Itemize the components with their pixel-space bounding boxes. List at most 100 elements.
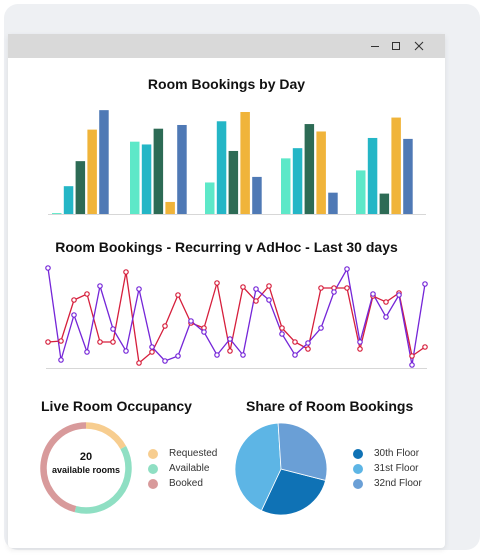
line-point-series-2-24: [344, 266, 350, 272]
line-point-series-2-28: [396, 292, 402, 298]
bar-group-2-series-4: [165, 201, 175, 214]
bar-chart: [48, 110, 426, 215]
line-point-series-2-2: [58, 357, 64, 363]
line-point-series-2-4: [84, 349, 90, 355]
bar-group-1-series-5: [99, 110, 109, 214]
line-point-series-1-25: [357, 346, 363, 352]
bar-group-2-series-1: [130, 141, 140, 214]
close-button[interactable]: [408, 36, 430, 56]
bar-group-2-series-2: [141, 144, 152, 214]
line-point-series-1-3: [71, 297, 77, 303]
line-point-series-2-19: [279, 331, 285, 337]
line-point-series-2-14: [214, 352, 220, 358]
bar-group-3-series-1: [205, 182, 215, 214]
bar-group-4-series-2: [292, 148, 303, 214]
line-point-series-2-15: [227, 336, 233, 342]
line-point-series-2-27: [383, 314, 389, 320]
line-point-series-1-29: [409, 353, 415, 359]
maximize-icon: [392, 42, 400, 50]
occupancy-center-label: 20 available rooms: [38, 451, 134, 475]
line-point-series-2-17: [253, 286, 259, 292]
line-point-series-1-5: [97, 339, 103, 345]
line-point-series-1-2: [58, 338, 64, 344]
share-pie-chart: [234, 422, 328, 516]
line-point-series-1-18: [266, 283, 272, 289]
available-rooms-caption: available rooms: [51, 465, 121, 475]
app-window: Room Bookings by Day Room Bookings - Rec…: [8, 34, 445, 548]
minimize-button[interactable]: [364, 36, 386, 56]
bar-group-2-series-5: [177, 124, 187, 214]
line-point-series-1-7: [123, 269, 129, 275]
bar-group-5-series-5: [403, 138, 413, 214]
title-bar[interactable]: [8, 34, 445, 58]
occupancy-legend-label: Available: [169, 463, 210, 474]
share-legend-label: 30th Floor: [374, 448, 420, 459]
occupancy-title: Live Room Occupancy: [41, 398, 192, 414]
share-legend-item: 30th Floor: [353, 446, 422, 461]
line-chart-title: Room Bookings - Recurring v AdHoc - Last…: [55, 239, 398, 255]
line-point-series-1-27: [383, 299, 389, 305]
share-legend-label: 32nd Floor: [374, 478, 422, 489]
line-point-series-2-5: [97, 283, 103, 289]
bar-group-4-series-5: [328, 192, 338, 214]
bar-group-5-series-3: [379, 193, 390, 214]
bar-group-3-series-5: [252, 176, 262, 214]
line-point-series-2-13: [201, 329, 207, 335]
minimize-icon: [371, 46, 379, 47]
line-point-series-2-29: [409, 362, 415, 368]
line-point-series-1-4: [84, 291, 90, 297]
occupancy-segment-requested: [85, 422, 127, 450]
maximize-button[interactable]: [385, 36, 407, 56]
line-point-series-1-8: [136, 360, 142, 366]
line-point-series-1-9: [149, 349, 155, 355]
close-icon: [414, 41, 424, 51]
line-point-series-1-22: [318, 285, 324, 291]
line-point-series-2-8: [136, 286, 142, 292]
line-point-series-1-17: [253, 298, 259, 304]
occupancy-legend-item: Booked: [148, 476, 217, 491]
line-point-series-2-18: [266, 297, 272, 303]
line-point-series-2-10: [162, 358, 168, 364]
share-legend: 30th Floor 31st Floor 32nd Floor: [353, 446, 422, 491]
line-point-series-1-15: [227, 348, 233, 354]
line-point-series-2-22: [318, 325, 324, 331]
line-point-series-2-20: [292, 352, 298, 358]
share-legend-swatch: [353, 478, 363, 489]
bar-group-1-series-3: [75, 161, 86, 214]
line-point-series-2-11: [175, 353, 181, 359]
occupancy-legend-swatch: [148, 448, 158, 459]
line-point-series-2-7: [123, 348, 129, 354]
line-point-series-2-21: [305, 340, 311, 346]
bar-group-5-series-1: [356, 170, 366, 214]
line-point-series-1-20: [292, 339, 298, 345]
occupancy-legend-swatch: [148, 478, 158, 489]
line-point-series-2-26: [370, 291, 376, 297]
bar-group-5-series-2: [367, 137, 378, 214]
occupancy-legend-label: Booked: [169, 478, 203, 489]
share-legend-swatch: [353, 463, 363, 474]
line-chart: [45, 265, 428, 369]
bar-group-3-series-4: [240, 112, 250, 214]
line-point-series-1-1: [45, 339, 51, 345]
line-point-series-1-16: [240, 284, 246, 290]
occupancy-legend-label: Requested: [169, 448, 218, 459]
available-room-count: 20: [79, 451, 93, 463]
bar-group-1-series-1: [52, 213, 62, 214]
line-point-series-1-24: [344, 285, 350, 291]
line-point-series-1-6: [110, 339, 116, 345]
line-point-series-1-11: [175, 292, 181, 298]
line-point-series-2-9: [149, 344, 155, 350]
line-point-series-1-21: [305, 346, 311, 352]
line-point-series-2-1: [45, 265, 51, 271]
bar-group-4-series-1: [281, 158, 291, 214]
line-point-series-1-19: [279, 325, 285, 331]
line-point-series-2-25: [357, 339, 363, 345]
share-legend-swatch: [353, 448, 363, 459]
share-title: Share of Room Bookings: [246, 398, 414, 414]
bar-group-4-series-4: [316, 131, 326, 214]
line-point-series-1-14: [214, 280, 220, 286]
share-legend-item: 31st Floor: [353, 461, 422, 476]
bar-group-3-series-3: [228, 150, 239, 214]
line-point-series-2-16: [240, 352, 246, 358]
bar-chart-title: Room Bookings by Day: [147, 76, 306, 92]
